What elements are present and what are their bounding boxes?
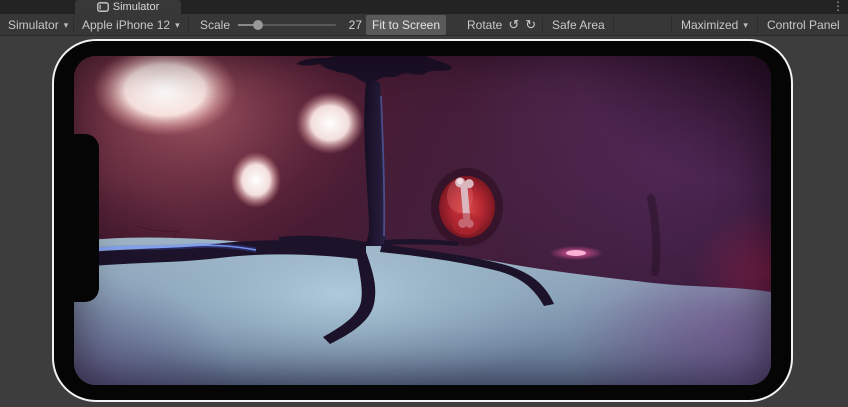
tab-bar: Simulator ⋮ — [0, 0, 848, 14]
iphone-12-frame — [52, 39, 793, 402]
device-screen[interactable] — [74, 56, 771, 385]
rotate-cw-icon[interactable]: ↻ — [525, 17, 536, 33]
scale-label: Scale — [194, 15, 236, 35]
light-blob-small — [231, 152, 281, 208]
separator — [757, 17, 758, 33]
control-panel-button[interactable]: Control Panel — [761, 15, 846, 35]
simulator-viewport — [0, 36, 848, 407]
tab-simulator[interactable]: Simulator — [75, 0, 181, 14]
safe-area-button[interactable]: Safe Area — [546, 15, 611, 35]
separator — [613, 17, 614, 33]
pink-glow-core — [566, 250, 586, 256]
chevron-down-icon: ▾ — [175, 20, 180, 31]
device-select-dropdown[interactable]: Apple iPhone 12 ▾ — [76, 15, 186, 35]
kebab-menu-icon[interactable]: ⋮ — [832, 0, 844, 13]
tab-label: Simulator — [113, 1, 159, 13]
simulator-menu-label: Simulator — [8, 18, 59, 32]
bone-fade — [452, 213, 480, 235]
window-mode-dropdown[interactable]: Maximized ▾ — [675, 15, 754, 35]
game-scene — [74, 56, 771, 385]
rotate-controls: Rotate ↺ ↻ — [461, 15, 542, 35]
light-blob-mid — [296, 92, 364, 154]
simulator-toolbar: Simulator ▾ Apple iPhone 12 ▾ Scale 27 F… — [0, 14, 848, 36]
simulator-menu-dropdown[interactable]: Simulator ▾ — [2, 15, 74, 35]
rotate-ccw-icon[interactable]: ↺ — [508, 17, 519, 33]
scale-value: 27 — [338, 15, 362, 35]
device-notch — [74, 134, 99, 302]
chevron-down-icon: ▾ — [743, 20, 748, 31]
rotate-label: Rotate — [467, 18, 502, 32]
window-mode-label: Maximized — [681, 18, 738, 32]
fit-to-screen-button[interactable]: Fit to Screen — [366, 15, 446, 35]
scale-slider[interactable] — [238, 15, 336, 35]
separator — [188, 17, 189, 33]
separator — [73, 17, 74, 33]
device-icon — [97, 2, 109, 12]
chevron-down-icon: ▾ — [64, 20, 69, 31]
device-select-label: Apple iPhone 12 — [82, 18, 170, 32]
slider-thumb[interactable] — [253, 20, 263, 30]
separator — [542, 17, 543, 33]
separator — [671, 17, 672, 33]
